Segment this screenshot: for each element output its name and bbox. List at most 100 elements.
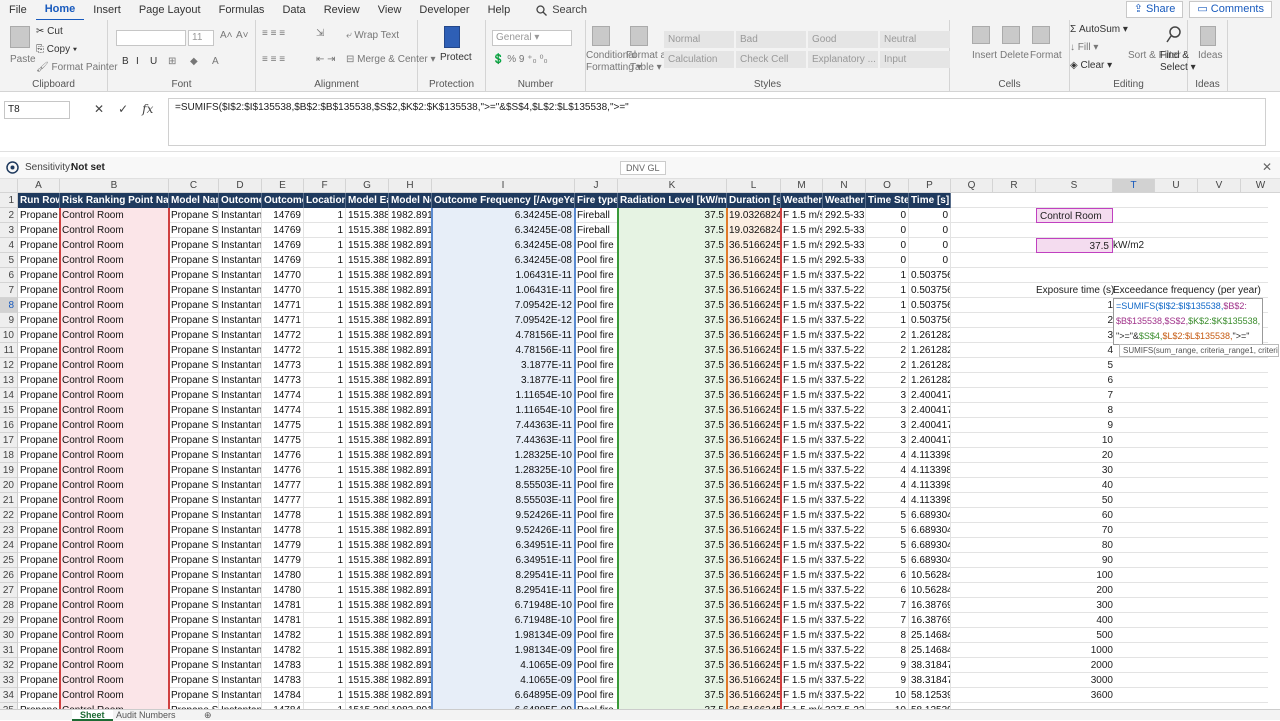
share-button[interactable]: ⇪ Share [1125, 1, 1184, 18]
table-cell[interactable]: 1982.891 [389, 253, 432, 268]
table-cell[interactable]: 3 [866, 418, 909, 433]
protect-button[interactable]: Protect [440, 52, 472, 63]
column-title[interactable]: Outcome [219, 193, 262, 208]
style-calculation[interactable]: Calculation [664, 51, 734, 68]
table-cell[interactable]: 337.5-22.5 [823, 508, 866, 523]
table-cell[interactable]: 37.5 [618, 208, 727, 223]
table-cell[interactable]: 16.38769 [909, 598, 951, 613]
table-cell[interactable]: 1515.388 [346, 508, 389, 523]
table-cell[interactable]: 1.98134E-09 [432, 643, 575, 658]
table-cell[interactable]: F 1.5 m/s [781, 613, 823, 628]
table-cell[interactable]: Instantane [219, 358, 262, 373]
table-cell[interactable]: 0.503756 [909, 313, 951, 328]
table-cell[interactable]: 3.1877E-11 [432, 358, 575, 373]
table-cell[interactable]: Pool fire [575, 448, 618, 463]
style-bad[interactable]: Bad [736, 31, 806, 48]
exposure-time-cell[interactable]: 100 [1036, 568, 1113, 583]
table-cell[interactable]: 337.5-22.5 [823, 553, 866, 568]
menu-insert[interactable]: Insert [84, 0, 130, 20]
table-cell[interactable]: 37.5 [618, 508, 727, 523]
table-cell[interactable]: 36.5166245 [727, 463, 781, 478]
table-cell[interactable]: 14781 [262, 598, 304, 613]
table-cell[interactable]: 337.5-22.5 [823, 598, 866, 613]
table-cell[interactable]: 1 [304, 643, 346, 658]
table-cell[interactable]: 7 [866, 613, 909, 628]
table-cell[interactable]: 1 [304, 358, 346, 373]
table-cell[interactable]: 37.5 [618, 268, 727, 283]
table-cell[interactable]: Control Room [60, 388, 169, 403]
table-cell[interactable]: Pool fire [575, 658, 618, 673]
table-cell[interactable]: 1.261282 [909, 343, 951, 358]
table-cell[interactable]: Control Room [60, 268, 169, 283]
column-header-J[interactable]: J [575, 179, 618, 193]
table-cell[interactable]: 1982.891 [389, 523, 432, 538]
table-cell[interactable]: Control Room [60, 508, 169, 523]
table-cell[interactable]: 1.261282 [909, 373, 951, 388]
font-name-field[interactable] [116, 30, 186, 46]
table-cell[interactable]: 1982.891 [389, 433, 432, 448]
table-cell[interactable]: 14775 [262, 418, 304, 433]
menu-home[interactable]: Home [35, 0, 85, 21]
table-cell[interactable]: 337.5-22.5 [823, 463, 866, 478]
table-cell[interactable]: Control Room [60, 403, 169, 418]
column-header-A[interactable]: A [18, 179, 60, 193]
table-cell[interactable]: 14780 [262, 568, 304, 583]
table-cell[interactable]: 1.261282 [909, 358, 951, 373]
column-header-E[interactable]: E [262, 179, 304, 193]
table-cell[interactable]: 1 [304, 568, 346, 583]
table-cell[interactable]: 7.44363E-11 [432, 433, 575, 448]
table-cell[interactable]: 36.5166245 [727, 238, 781, 253]
table-cell[interactable]: Propane S [18, 358, 60, 373]
table-cell[interactable]: 292.5-337. [823, 223, 866, 238]
table-cell[interactable]: 14773 [262, 358, 304, 373]
table-cell[interactable]: F 1.5 m/s [781, 448, 823, 463]
table-cell[interactable]: Pool fire [575, 583, 618, 598]
table-cell[interactable]: 1.98134E-09 [432, 628, 575, 643]
exposure-time-cell[interactable]: 90 [1036, 553, 1113, 568]
table-cell[interactable]: 16.38769 [909, 613, 951, 628]
table-cell[interactable]: 3 [866, 433, 909, 448]
table-cell[interactable]: 337.5-22.5 [823, 583, 866, 598]
table-cell[interactable]: Propane Sto [169, 208, 219, 223]
row-header-26[interactable]: 26 [0, 568, 18, 583]
insert-function-icon[interactable]: fx [142, 102, 153, 116]
row-header-21[interactable]: 21 [0, 493, 18, 508]
style-explanatory-[interactable]: Explanatory ... [808, 51, 878, 68]
exposure-time-cell[interactable]: 40 [1036, 478, 1113, 493]
table-cell[interactable]: 1 [304, 433, 346, 448]
table-cell[interactable]: 19.0326824 [727, 208, 781, 223]
table-cell[interactable]: 36.5166245 [727, 688, 781, 703]
table-cell[interactable]: Pool fire [575, 598, 618, 613]
table-cell[interactable]: 36.5166245 [727, 613, 781, 628]
table-cell[interactable]: 1515.388 [346, 223, 389, 238]
table-cell[interactable]: Propane S [18, 418, 60, 433]
ideas-button[interactable]: Ideas [1198, 50, 1222, 61]
table-cell[interactable]: 2 [866, 373, 909, 388]
table-cell[interactable]: Pool fire [575, 433, 618, 448]
column-header-O[interactable]: O [866, 179, 909, 193]
table-cell[interactable]: 0 [866, 238, 909, 253]
font-color-icon[interactable]: A [212, 56, 219, 67]
table-cell[interactable]: Pool fire [575, 283, 618, 298]
row-header-15[interactable]: 15 [0, 403, 18, 418]
table-cell[interactable]: 14777 [262, 478, 304, 493]
table-cell[interactable]: 0.503756 [909, 283, 951, 298]
table-cell[interactable]: 337.5-22.5 [823, 388, 866, 403]
table-cell[interactable]: 14784 [262, 688, 304, 703]
table-cell[interactable]: 2.400417 [909, 433, 951, 448]
table-cell[interactable]: 36.5166245 [727, 628, 781, 643]
enter-icon[interactable]: ✓ [118, 102, 128, 116]
column-header-B[interactable]: B [60, 179, 169, 193]
table-cell[interactable]: Propane Sto [169, 448, 219, 463]
table-cell[interactable]: 1 [304, 583, 346, 598]
table-cell[interactable]: 1515.388 [346, 433, 389, 448]
table-cell[interactable]: Propane Sto [169, 523, 219, 538]
exposure-time-cell[interactable]: 2 [1036, 313, 1113, 328]
table-cell[interactable]: 337.5-22.5 [823, 343, 866, 358]
table-cell[interactable]: 337.5-22.5 [823, 268, 866, 283]
formula-input[interactable]: =SUMIFS($I$2:$I$135538,$B$2:$B$135538,$S… [168, 98, 1266, 146]
table-cell[interactable]: Pool fire [575, 343, 618, 358]
table-cell[interactable]: 37.5 [618, 433, 727, 448]
table-cell[interactable]: Instantane [219, 313, 262, 328]
search-box[interactable]: Search [527, 0, 596, 20]
